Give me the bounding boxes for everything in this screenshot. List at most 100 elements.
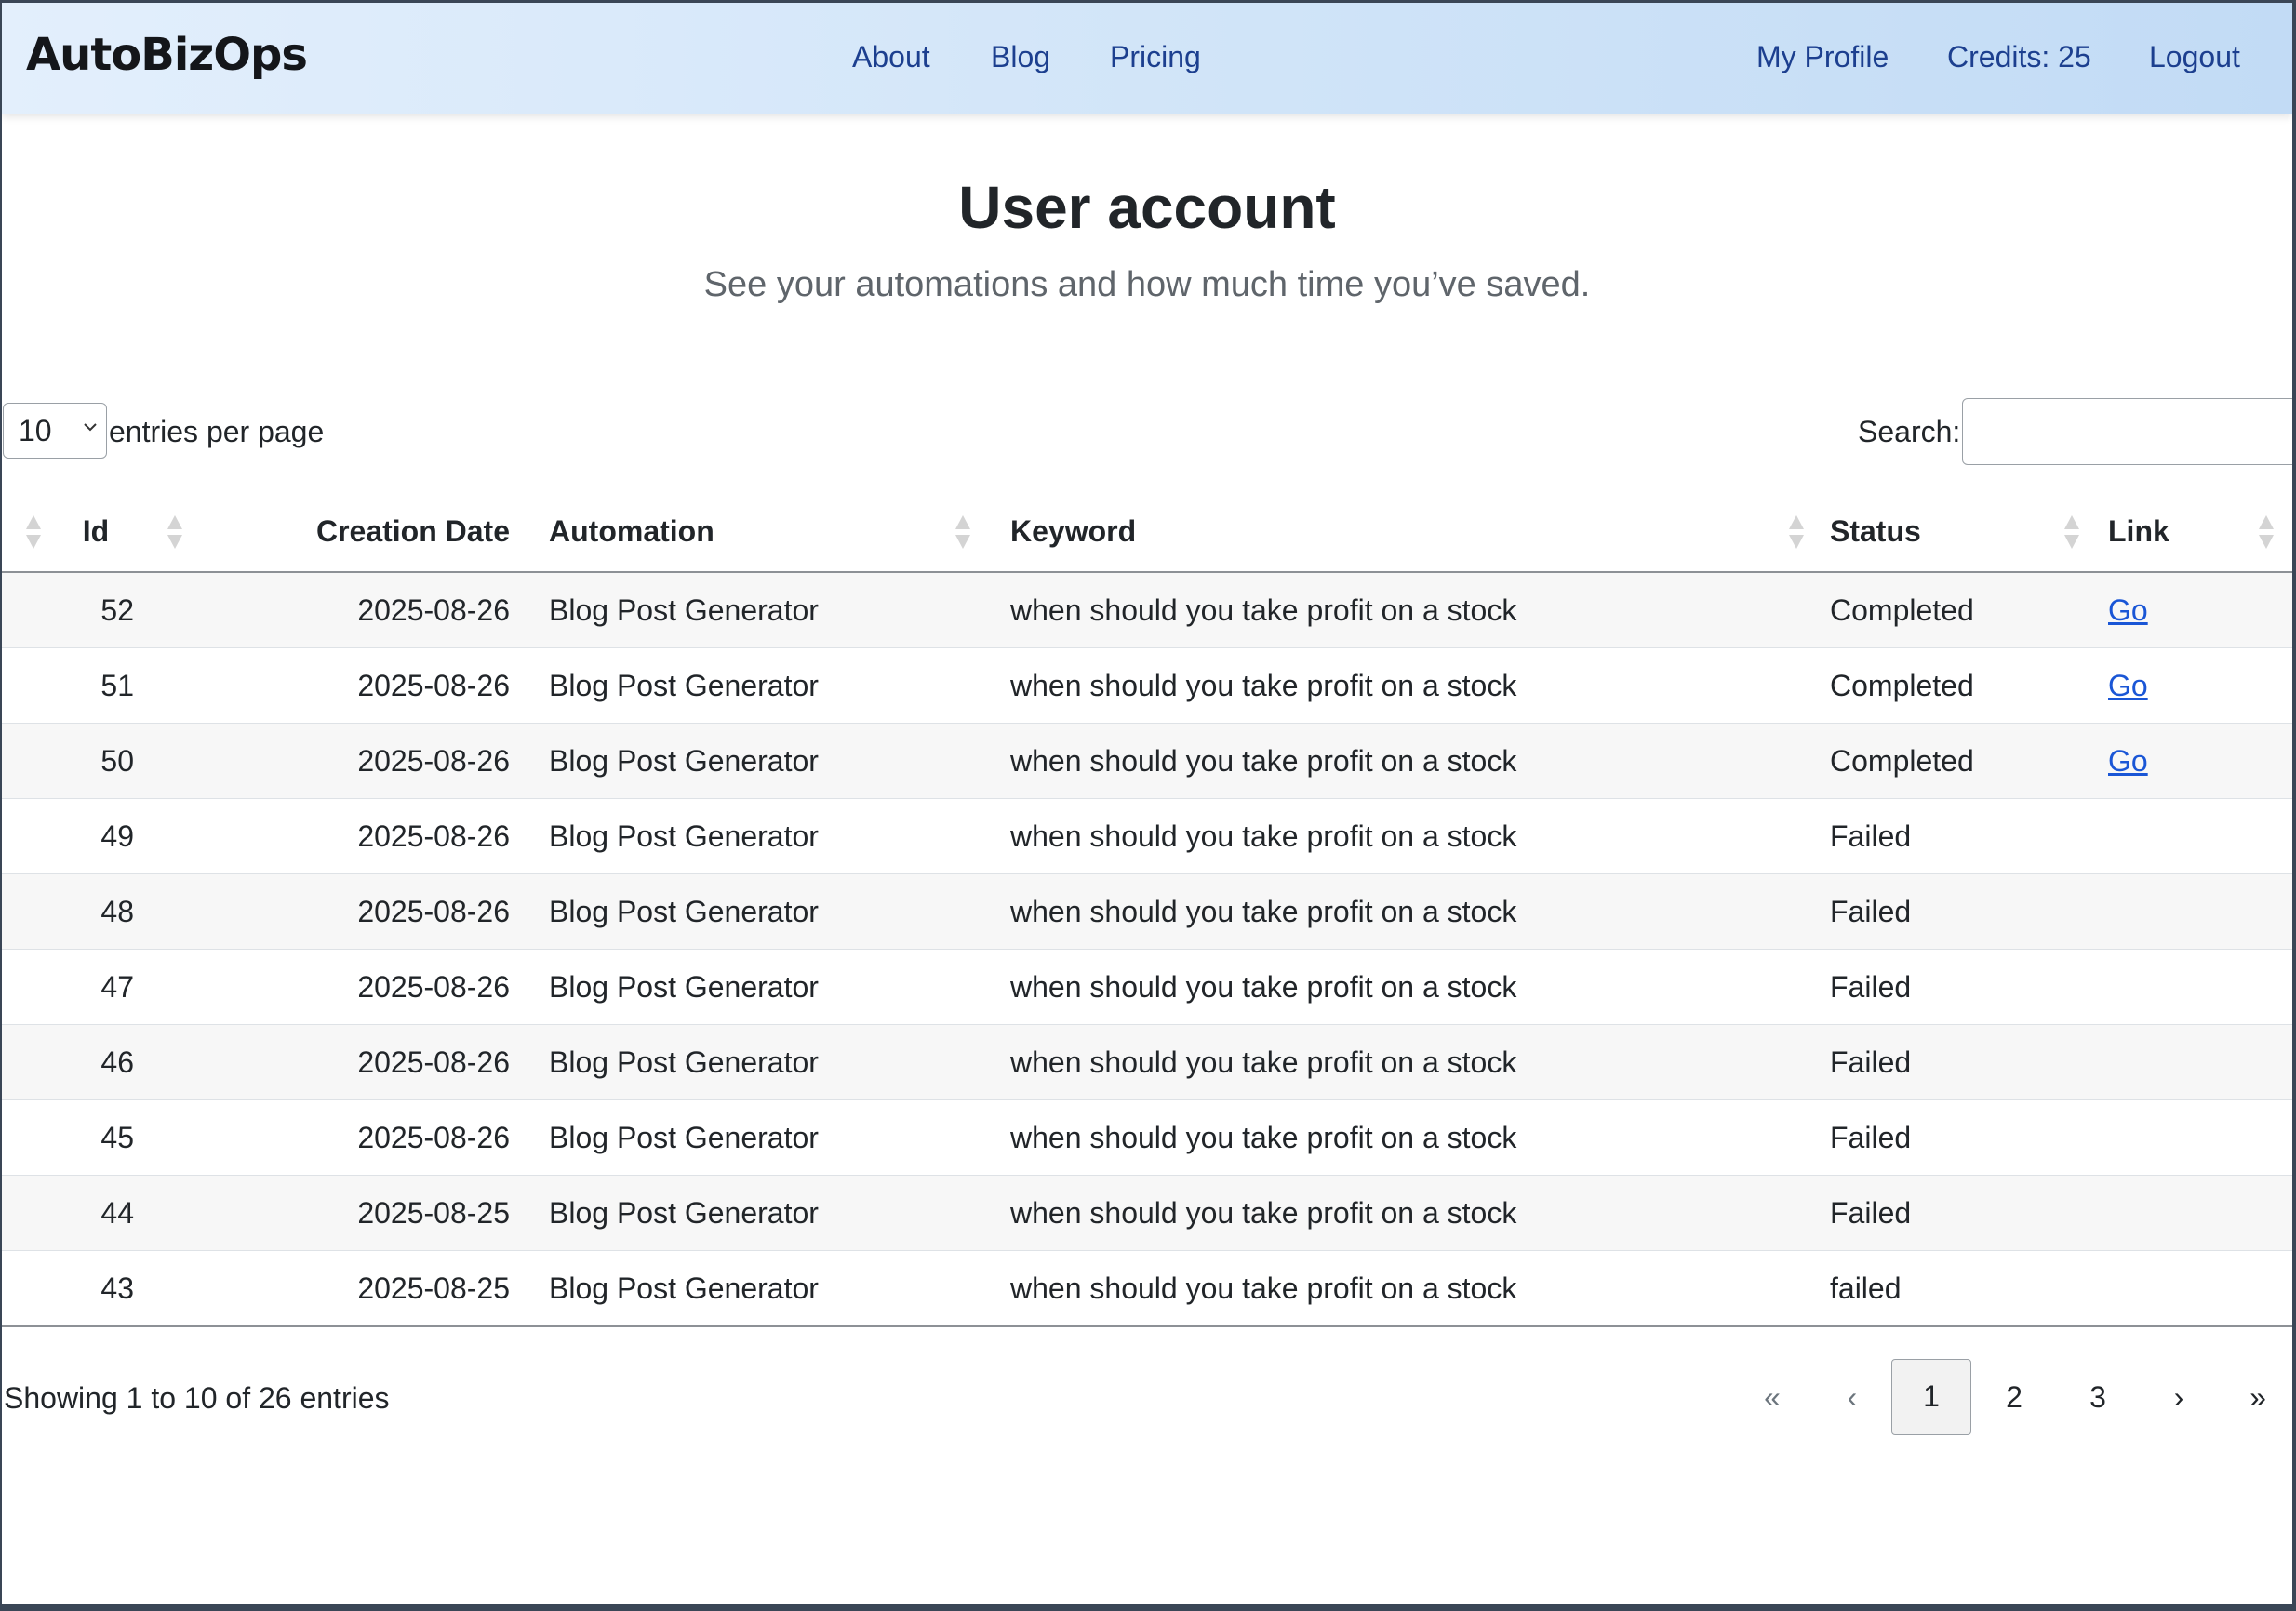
cell-link (2108, 1099, 2292, 1176)
brand-logo[interactable]: AutoBizOps (26, 29, 308, 81)
cell-id: 46 (2, 1024, 190, 1100)
chevron-down-icon (84, 423, 97, 432)
cell-keyword: when should you take profit on a stock (994, 1099, 1830, 1176)
table-row: 45 2025-08-26 Blog Post Generator when s… (2, 1099, 2292, 1176)
entries-per-page-select[interactable]: 10 (3, 403, 107, 459)
pagination-page-3[interactable]: 3 (2075, 1359, 2121, 1435)
column-label-link: Link (2108, 513, 2169, 548)
column-header-status[interactable]: Status (1830, 491, 2108, 573)
pagination-page-1[interactable]: 1 (1891, 1359, 1971, 1435)
cell-status: Failed (1830, 1024, 2108, 1100)
cell-keyword: when should you take profit on a stock (994, 723, 1830, 799)
cell-link (2108, 1175, 2292, 1251)
sort-icon (164, 513, 186, 551)
cell-creation-date: 2025-08-26 (190, 1024, 532, 1100)
cell-creation-date: 2025-08-26 (190, 949, 532, 1025)
cell-creation-date: 2025-08-26 (190, 1099, 532, 1176)
nav-blog[interactable]: Blog (991, 40, 1050, 74)
cell-id: 49 (2, 798, 190, 874)
nav-pricing[interactable]: Pricing (1110, 40, 1201, 74)
automations-table-wrapper: Id Creation Date Automation Keyword Stat… (2, 491, 2292, 1327)
column-label-automation: Automation (549, 513, 714, 548)
nav-about[interactable]: About (852, 40, 930, 74)
cell-status: Completed (1830, 572, 2108, 648)
cell-automation: Blog Post Generator (532, 798, 994, 874)
cell-status: Failed (1830, 798, 2108, 874)
cell-automation: Blog Post Generator (532, 1175, 994, 1251)
table-row: 48 2025-08-26 Blog Post Generator when s… (2, 873, 2292, 950)
nav-logout[interactable]: Logout (2149, 40, 2240, 74)
cell-link (2108, 798, 2292, 874)
sort-icon (952, 513, 974, 551)
table-row: 44 2025-08-25 Blog Post Generator when s… (2, 1175, 2292, 1251)
sort-icon (1785, 513, 1808, 551)
cell-automation: Blog Post Generator (532, 1250, 994, 1327)
nav-credits[interactable]: Credits: 25 (1947, 40, 2091, 74)
table-row: 46 2025-08-26 Blog Post Generator when s… (2, 1024, 2292, 1100)
column-header-keyword[interactable]: Keyword (994, 491, 1830, 573)
search-input[interactable] (1962, 398, 2292, 465)
cell-status: failed (1830, 1250, 2108, 1327)
cell-automation: Blog Post Generator (532, 873, 994, 950)
cell-link: Go (2108, 723, 2292, 799)
cell-creation-date: 2025-08-26 (190, 647, 532, 724)
cell-status: Completed (1830, 723, 2108, 799)
table-info: Showing 1 to 10 of 26 entries (4, 1381, 390, 1415)
cell-status: Failed (1830, 949, 2108, 1025)
table-header-row: Id Creation Date Automation Keyword Stat… (2, 491, 2292, 573)
entries-per-page-label: entries per page (109, 415, 325, 448)
cell-keyword: when should you take profit on a stock (994, 1175, 1830, 1251)
cell-keyword: when should you take profit on a stock (994, 873, 1830, 950)
cell-status: Failed (1830, 1175, 2108, 1251)
automations-table: Id Creation Date Automation Keyword Stat… (2, 491, 2292, 1327)
cell-keyword: when should you take profit on a stock (994, 1024, 1830, 1100)
cell-keyword: when should you take profit on a stock (994, 1250, 1830, 1327)
cell-creation-date: 2025-08-26 (190, 798, 532, 874)
cell-link (2108, 1024, 2292, 1100)
go-link[interactable]: Go (2108, 744, 2148, 778)
cell-automation: Blog Post Generator (532, 1099, 994, 1176)
cell-id: 44 (2, 1175, 190, 1251)
cell-automation: Blog Post Generator (532, 647, 994, 724)
cell-creation-date: 2025-08-26 (190, 572, 532, 648)
search-label: Search: (1858, 415, 1961, 448)
cell-creation-date: 2025-08-26 (190, 873, 532, 950)
column-header-link[interactable]: Link (2108, 491, 2292, 573)
pagination-next-button[interactable]: › (2156, 1359, 2202, 1435)
cell-keyword: when should you take profit on a stock (994, 647, 1830, 724)
cell-link (2108, 873, 2292, 950)
cell-status: Completed (1830, 647, 2108, 724)
cell-status: Failed (1830, 1099, 2108, 1176)
cell-keyword: when should you take profit on a stock (994, 949, 1830, 1025)
go-link[interactable]: Go (2108, 593, 2148, 627)
column-header-id[interactable]: Id (2, 491, 190, 573)
cell-id: 51 (2, 647, 190, 724)
cell-link (2108, 1250, 2292, 1327)
page-title: User account (958, 174, 1336, 241)
cell-status: Failed (1830, 873, 2108, 950)
cell-creation-date: 2025-08-26 (190, 723, 532, 799)
cell-link: Go (2108, 572, 2292, 648)
pagination-page-2[interactable]: 2 (1991, 1359, 2037, 1435)
column-label-id: Id (82, 513, 110, 548)
go-link[interactable]: Go (2108, 669, 2148, 702)
table-row: 51 2025-08-26 Blog Post Generator when s… (2, 647, 2292, 724)
navbar: AutoBizOps About Blog Pricing My Profile… (2, 3, 2292, 114)
cell-link: Go (2108, 647, 2292, 724)
column-label-status: Status (1830, 513, 1921, 548)
table-row: 52 2025-08-26 Blog Post Generator when s… (2, 572, 2292, 648)
column-label-keyword: Keyword (1010, 513, 1137, 548)
browser-viewport: AutoBizOps About Blog Pricing My Profile… (2, 3, 2292, 1604)
column-header-automation[interactable]: Automation (532, 491, 994, 573)
nav-my-profile[interactable]: My Profile (1756, 40, 1889, 74)
column-header-creation-date[interactable]: Creation Date (190, 491, 532, 573)
pagination-prev-button[interactable]: ‹ (1829, 1359, 1876, 1435)
cell-id: 50 (2, 723, 190, 799)
pagination-last-button[interactable]: » (2235, 1359, 2281, 1435)
cell-automation: Blog Post Generator (532, 572, 994, 648)
cell-id: 43 (2, 1250, 190, 1327)
page-subtitle: See your automations and how much time y… (703, 265, 1591, 304)
table-row: 47 2025-08-26 Blog Post Generator when s… (2, 949, 2292, 1025)
pagination-first-button[interactable]: « (1749, 1359, 1795, 1435)
cell-creation-date: 2025-08-25 (190, 1250, 532, 1327)
